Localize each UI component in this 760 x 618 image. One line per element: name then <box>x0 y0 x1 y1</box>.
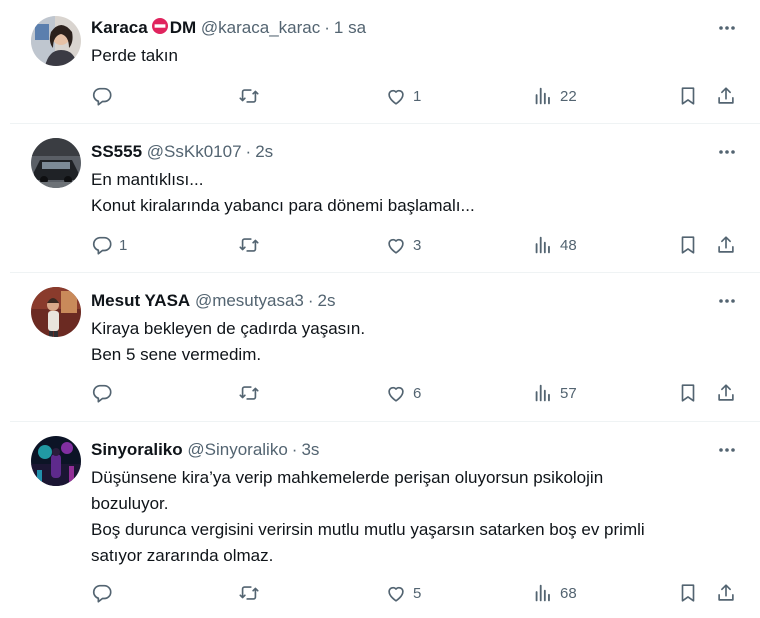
reply-icon <box>92 236 112 255</box>
retweet-button[interactable] <box>238 381 266 405</box>
reply-icon <box>92 584 112 603</box>
more-button[interactable] <box>714 18 740 38</box>
tweet-text: En mantıklısı... Konut kiralarında yaban… <box>91 170 475 215</box>
avatar[interactable] <box>31 16 81 66</box>
share-icon <box>718 87 734 104</box>
like-count: 3 <box>413 236 422 254</box>
share-icon <box>718 384 734 401</box>
more-button[interactable] <box>714 291 740 311</box>
retweet-icon <box>239 238 259 252</box>
display-name[interactable]: Sinyoraliko <box>91 440 183 459</box>
views-icon <box>535 584 550 602</box>
display-name[interactable]: SS555 <box>91 142 142 161</box>
timestamp[interactable]: 3s <box>301 440 319 459</box>
views-count: 68 <box>560 584 577 602</box>
retweet-button[interactable] <box>238 581 266 605</box>
like-button[interactable]: 5 <box>385 581 421 605</box>
views-button[interactable]: 68 <box>532 581 577 605</box>
reply-button[interactable] <box>91 381 119 405</box>
retweet-button[interactable] <box>238 233 266 257</box>
tweet[interactable]: SS555 @SsKk0107 · 2s En mantıklısı... Konu… <box>10 124 760 273</box>
bookmark-icon <box>681 236 695 254</box>
views-icon <box>535 87 550 105</box>
tweet-header: Karaca DM @karaca_karac · 1 sa <box>91 17 367 37</box>
avatar[interactable] <box>31 436 81 486</box>
more-icon <box>719 26 735 30</box>
like-button[interactable]: 6 <box>385 381 421 405</box>
views-button[interactable]: 22 <box>532 84 577 108</box>
views-button[interactable]: 48 <box>532 233 577 257</box>
timestamp[interactable]: 2s <box>318 291 336 310</box>
tweet-header: Sinyoraliko @Sinyoraliko · 3s <box>91 440 320 459</box>
views-count: 22 <box>560 87 577 105</box>
bookmark-icon <box>681 87 695 105</box>
bookmark-button[interactable] <box>677 581 699 605</box>
reply-button[interactable]: 1 <box>91 233 127 257</box>
like-count: 5 <box>413 584 422 602</box>
views-icon <box>535 236 550 254</box>
tweet-text: Düşünsene kira’ya verip mahkemelerde per… <box>91 468 645 565</box>
retweet-icon <box>239 89 259 103</box>
share-button[interactable] <box>715 381 737 405</box>
bookmark-button[interactable] <box>677 233 699 257</box>
heart-icon <box>388 89 404 105</box>
bookmark-icon <box>681 584 695 602</box>
more-button[interactable] <box>714 142 740 162</box>
more-icon <box>719 299 735 303</box>
retweet-icon <box>239 386 259 400</box>
retweet-button[interactable] <box>238 84 266 108</box>
display-name[interactable]: Mesut YASA <box>91 291 190 310</box>
tweet[interactable]: Mesut YASA @mesutyasa3 · 2s Kiraya bekleye… <box>10 273 760 422</box>
timestamp[interactable]: 1 sa <box>334 18 366 37</box>
reply-feed: Karaca DM @karaca_karac · 1 sa Perde takın … <box>10 0 760 618</box>
tweet[interactable]: Karaca DM @karaca_karac · 1 sa Perde takın … <box>10 0 760 124</box>
display-name[interactable]: Karaca <box>91 18 148 37</box>
avatar[interactable] <box>31 287 81 337</box>
tweet-header: SS555 @SsKk0107 · 2s <box>91 142 274 161</box>
user-handle[interactable]: @karaca_karac <box>201 18 320 37</box>
reply-button[interactable] <box>91 84 119 108</box>
timestamp[interactable]: 2s <box>255 142 273 161</box>
share-button[interactable] <box>715 233 737 257</box>
like-button[interactable]: 3 <box>385 233 421 257</box>
tweet-header: Mesut YASA @mesutyasa3 · 2s <box>91 291 336 310</box>
bookmark-icon <box>681 384 695 402</box>
more-icon <box>719 448 735 452</box>
tweet-text: Perde takın <box>91 46 178 65</box>
no-entry-icon <box>151 17 169 35</box>
more-icon <box>719 150 735 154</box>
views-count: 48 <box>560 236 577 254</box>
heart-icon <box>388 386 404 402</box>
heart-icon <box>388 586 404 602</box>
like-button[interactable]: 1 <box>385 84 421 108</box>
views-button[interactable]: 57 <box>532 381 577 405</box>
retweet-icon <box>239 586 259 600</box>
display-name-suffix[interactable]: DM <box>170 18 196 37</box>
user-handle[interactable]: @mesutyasa3 <box>195 291 304 310</box>
views-icon <box>535 384 550 402</box>
bookmark-button[interactable] <box>677 84 699 108</box>
share-icon <box>718 584 734 601</box>
reply-count: 1 <box>119 236 128 254</box>
share-button[interactable] <box>715 581 737 605</box>
share-button[interactable] <box>715 84 737 108</box>
like-count: 6 <box>413 384 422 402</box>
bookmark-button[interactable] <box>677 381 699 405</box>
tweet[interactable]: Sinyoraliko @Sinyoraliko · 3s Düşünsene ki… <box>10 422 760 618</box>
avatar[interactable] <box>31 138 81 188</box>
user-handle[interactable]: @Sinyoraliko <box>187 440 287 459</box>
reply-button[interactable] <box>91 581 119 605</box>
more-button[interactable] <box>714 440 740 460</box>
tweet-text: Kiraya bekleyen de çadırda yaşasın. Ben … <box>91 319 366 364</box>
share-icon <box>718 236 734 253</box>
like-count: 1 <box>413 87 422 105</box>
user-handle[interactable]: @SsKk0107 <box>147 142 242 161</box>
heart-icon <box>388 238 404 254</box>
reply-icon <box>92 384 112 403</box>
views-count: 57 <box>560 384 577 402</box>
reply-icon <box>92 87 112 106</box>
